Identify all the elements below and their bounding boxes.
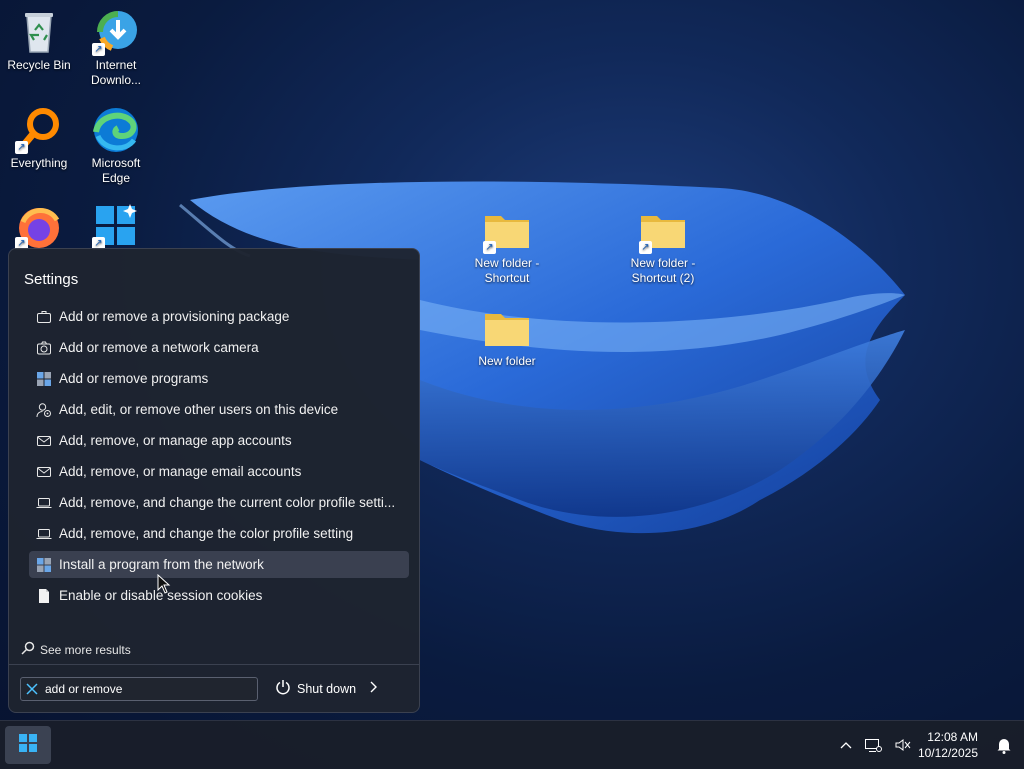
- search-input[interactable]: [43, 682, 235, 696]
- internet-download-manager-icon: ↗: [92, 8, 140, 56]
- search-result-label: Add or remove a provisioning package: [59, 309, 290, 324]
- start-button[interactable]: [5, 726, 51, 764]
- laptop-icon: [29, 495, 59, 511]
- search-result-label: Add or remove programs: [59, 371, 209, 386]
- see-more-results-link[interactable]: See more results: [21, 641, 131, 658]
- clear-search-icon[interactable]: [21, 683, 43, 695]
- search-result-label: Add, edit, or remove other users on this…: [59, 402, 339, 417]
- search-result-app-accounts[interactable]: Add, remove, or manage app accounts: [29, 427, 409, 454]
- clock-time: 12:08 AM: [927, 730, 978, 744]
- search-result-other-users[interactable]: Add, edit, or remove other users on this…: [29, 396, 409, 423]
- volume-muted-icon[interactable]: [894, 737, 912, 753]
- clock-date: 10/12/2025: [917, 746, 978, 760]
- desktop-icon-recycle-bin[interactable]: Recycle Bin: [1, 8, 77, 73]
- desktop-icon-internet-download-manager[interactable]: ↗ Internet Downlo...: [78, 8, 154, 88]
- search-icon: [21, 641, 35, 658]
- desktop-icon-firefox[interactable]: ↗: [1, 202, 77, 252]
- search-result-label: Add, remove, and change the color profil…: [59, 526, 354, 541]
- camera-icon: [29, 340, 59, 356]
- shortcut-arrow-icon: ↗: [483, 241, 496, 254]
- desktop-icon-new-folder[interactable]: New folder: [469, 304, 545, 369]
- mail-icon: [29, 433, 59, 449]
- panel-divider: [9, 664, 419, 665]
- recycle-bin-icon: [15, 8, 63, 56]
- search-result-color-profile[interactable]: Add, remove, and change the color profil…: [29, 520, 409, 547]
- folder-shortcut-icon: ↗: [639, 206, 687, 254]
- desktop-icon-label: Microsoft Edge: [91, 156, 141, 185]
- notification-bell-icon[interactable]: [996, 736, 1012, 754]
- shortcut-arrow-icon: ↗: [639, 241, 652, 254]
- desktop-icon-label: New folder - Shortcut: [474, 256, 540, 285]
- programs-icon: [29, 371, 59, 387]
- start-search-panel: Settings Add or remove a provisioning pa…: [8, 248, 420, 713]
- search-result-provisioning-package[interactable]: Add or remove a provisioning package: [29, 303, 409, 330]
- results-heading: Settings: [24, 271, 79, 288]
- everything-search-icon: ↗: [15, 106, 63, 154]
- chevron-right-icon[interactable]: [368, 681, 378, 696]
- firefox-icon: ↗: [15, 202, 63, 250]
- search-box[interactable]: [20, 677, 258, 701]
- desktop-icon-new-folder-shortcut-2[interactable]: ↗ New folder - Shortcut (2): [622, 206, 704, 286]
- search-result-label: Add, remove, and change the current colo…: [59, 495, 396, 510]
- shortcut-arrow-icon: ↗: [92, 43, 105, 56]
- windows-tile-icon: ↗: [92, 202, 140, 250]
- search-result-label: Add, remove, or manage app accounts: [59, 433, 292, 448]
- power-icon: [275, 679, 291, 698]
- search-result-current-color-profile[interactable]: Add, remove, and change the current colo…: [29, 489, 409, 516]
- programs-icon: [29, 557, 59, 573]
- system-tray: 12:08 AM 10/12/2025: [834, 721, 1024, 769]
- search-result-label: Install a program from the network: [59, 557, 264, 572]
- folder-icon: [483, 304, 531, 352]
- mail-icon: [29, 464, 59, 480]
- document-icon: [29, 588, 59, 604]
- network-icon[interactable]: [864, 737, 882, 753]
- search-result-label: Add, remove, or manage email accounts: [59, 464, 302, 479]
- mouse-cursor-icon: [157, 574, 171, 594]
- search-result-email-accounts[interactable]: Add, remove, or manage email accounts: [29, 458, 409, 485]
- windows-logo-icon: [17, 732, 39, 759]
- desktop-icon-label: New folder - Shortcut (2): [630, 256, 696, 285]
- user-settings-icon: [29, 402, 59, 418]
- briefcase-icon: [29, 309, 59, 325]
- shutdown-label: Shut down: [297, 681, 357, 696]
- edge-icon: [92, 106, 140, 154]
- taskbar-clock[interactable]: 12:08 AM 10/12/2025: [918, 729, 978, 761]
- see-more-label: See more results: [40, 642, 131, 657]
- desktop-icon-everything[interactable]: ↗ Everything: [1, 106, 77, 171]
- desktop-icon-microsoft-edge[interactable]: Microsoft Edge: [78, 106, 154, 186]
- laptop-icon: [29, 526, 59, 542]
- desktop-icon-new-folder-shortcut[interactable]: ↗ New folder - Shortcut: [468, 206, 546, 286]
- shutdown-button[interactable]: Shut down: [275, 679, 378, 698]
- chevron-up-icon[interactable]: [840, 740, 852, 750]
- desktop-icon-label: Everything: [10, 156, 68, 170]
- taskbar: 12:08 AM 10/12/2025: [0, 720, 1024, 769]
- search-result-label: Add or remove a network camera: [59, 340, 259, 355]
- search-result-install-from-network[interactable]: Install a program from the network: [29, 551, 409, 578]
- search-result-add-remove-programs[interactable]: Add or remove programs: [29, 365, 409, 392]
- folder-shortcut-icon: ↗: [483, 206, 531, 254]
- desktop-icon-label: New folder: [478, 354, 536, 368]
- search-result-session-cookies[interactable]: Enable or disable session cookies: [29, 582, 409, 609]
- shortcut-arrow-icon: ↗: [15, 141, 28, 154]
- desktop-icon-label: Internet Downlo...: [90, 58, 142, 87]
- search-result-network-camera[interactable]: Add or remove a network camera: [29, 334, 409, 361]
- search-results-list: Add or remove a provisioning package Add…: [29, 303, 409, 613]
- desktop-icon-windows-tool[interactable]: ↗: [78, 202, 154, 252]
- desktop-icon-label: Recycle Bin: [7, 58, 71, 72]
